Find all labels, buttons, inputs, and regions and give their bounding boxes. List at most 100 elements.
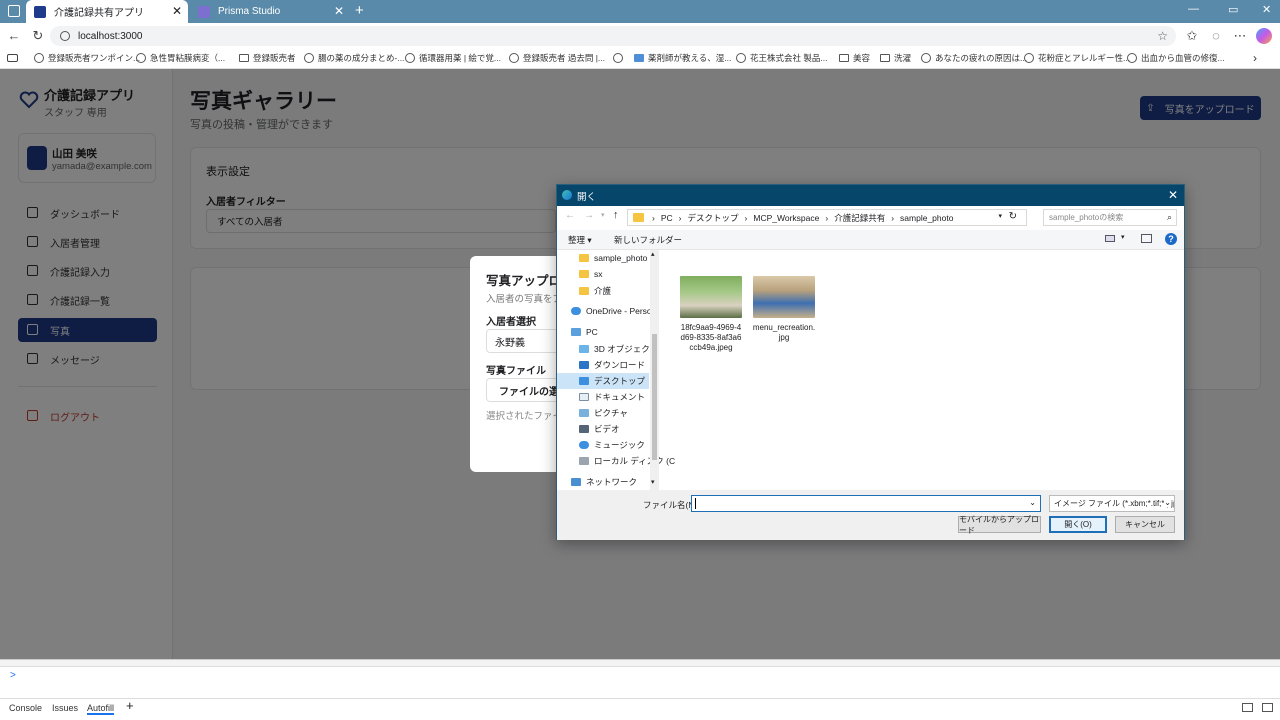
bookmark-item[interactable]: 薬剤師が教える、湿... — [634, 52, 731, 64]
breadcrumb-item[interactable]: 介護記録共有 — [834, 212, 885, 224]
bookmark-label: 花王株式会社 製品... — [750, 53, 828, 63]
tab-prisma-studio[interactable]: Prisma Studio ✕ — [190, 0, 350, 23]
collapse-icon[interactable] — [1262, 703, 1273, 712]
close-window-icon[interactable]: ✕ — [1262, 3, 1271, 16]
scroll-thumb[interactable] — [652, 334, 657, 460]
file-open-dialog: 開く ✕ ← → ▾ ↑ › PC › デスクトップ › MCP_Workspa… — [556, 184, 1185, 540]
upload-from-mobile-button[interactable]: モバイルからアップロード — [958, 515, 1041, 535]
organize-button[interactable]: 整理 ▾ — [568, 234, 592, 246]
tree-label: ダウンロード — [594, 360, 646, 370]
recent-dropdown-icon[interactable]: ▾ — [601, 211, 605, 219]
copilot-icon[interactable] — [1256, 28, 1272, 44]
more-menu-icon[interactable]: ⋯ — [1232, 28, 1248, 44]
tab-care-app[interactable]: 介護記録共有アプリ ✕ — [26, 0, 188, 23]
tab-autofill[interactable]: Autofill — [87, 703, 115, 715]
bookmark-item[interactable]: 花王株式会社 製品... — [736, 52, 827, 64]
path-dropdown-icon[interactable]: ▾ — [998, 212, 1002, 220]
add-tab-button[interactable]: + — [126, 698, 134, 713]
tab-actions-icon[interactable] — [8, 5, 20, 17]
bookmark-item[interactable]: 洗濯 — [880, 52, 911, 64]
tree-item-music[interactable]: ミュージック — [579, 439, 645, 451]
up-folder-icon[interactable]: ↑ — [613, 209, 619, 221]
tree-scrollbar[interactable]: ▴ ▾ — [650, 250, 659, 490]
globe-icon — [304, 53, 314, 63]
tree-item-3d-objects[interactable]: 3D オブジェクト — [579, 343, 658, 355]
dock-icon[interactable] — [1242, 703, 1253, 712]
bookmarks-menu-icon[interactable] — [7, 54, 18, 62]
folder-icon — [579, 270, 589, 278]
minimize-icon[interactable]: — — [1188, 3, 1199, 15]
bookmark-label: 薬剤師が教える、湿... — [648, 53, 732, 63]
bookmark-item[interactable]: あなたの疲れの原因は... — [921, 52, 1027, 64]
favorite-star-icon[interactable]: ☆ — [1157, 29, 1168, 43]
filetype-select[interactable]: イメージ ファイル (*.xbm;*.tif;*.pjp; ⌄ — [1049, 495, 1175, 512]
breadcrumb-item[interactable]: PC — [661, 213, 673, 223]
bookmark-item[interactable]: 腸の薬の成分まとめ-... — [304, 52, 404, 64]
bookmark-label: 登録販売者 — [253, 53, 296, 63]
more-bookmarks-icon[interactable]: › — [1253, 51, 1257, 65]
tree-item-onedrive[interactable]: OneDrive - Person — [571, 306, 656, 316]
extension-icon[interactable]: ◌ — [1208, 28, 1224, 44]
scroll-up-icon[interactable]: ▴ — [651, 250, 655, 258]
new-folder-button[interactable]: 新しいフォルダー — [614, 234, 682, 246]
console-prompt[interactable]: > — [10, 670, 16, 681]
bookmark-item[interactable]: 出血から血管の修復... — [1127, 52, 1225, 64]
tree-item-network[interactable]: ネットワーク — [571, 476, 637, 488]
tree-item-downloads[interactable]: ダウンロード — [579, 359, 645, 371]
bookmark-item[interactable]: 登録販売者ワンポイン... — [34, 52, 140, 64]
help-icon[interactable]: ? — [1165, 233, 1177, 245]
globe-icon — [921, 53, 931, 63]
tree-item-sample-photo[interactable]: sample_photo — [579, 253, 647, 263]
breadcrumb-item[interactable]: MCP_Workspace — [753, 213, 819, 223]
favorites-icon[interactable]: ✩ — [1184, 28, 1200, 44]
close-icon[interactable]: ✕ — [1168, 188, 1178, 202]
forward-icon[interactable]: → — [584, 210, 594, 221]
tab-issues[interactable]: Issues — [52, 703, 78, 713]
breadcrumb-item[interactable]: sample_photo — [900, 213, 953, 223]
refresh-icon[interactable]: ↻ — [1009, 211, 1017, 222]
close-tab-icon[interactable]: ✕ — [172, 4, 182, 18]
tree-item-sx[interactable]: sx — [579, 269, 603, 279]
filetype-value: イメージ ファイル (*.xbm;*.tif;*.pjp; — [1054, 499, 1175, 508]
tree-item-pc[interactable]: PC — [571, 327, 598, 337]
url-field[interactable]: localhost:3000 ☆ — [50, 26, 1176, 46]
view-dropdown-icon[interactable]: ▾ — [1121, 233, 1125, 241]
preview-pane-icon[interactable] — [1141, 234, 1152, 243]
open-button[interactable]: 開く(O) — [1049, 516, 1107, 533]
site-info-icon[interactable] — [60, 31, 70, 41]
reload-icon[interactable]: ↻ — [30, 28, 46, 44]
tree-item-pictures[interactable]: ピクチャ — [579, 407, 628, 419]
tree-label: 3D オブジェクト — [594, 344, 659, 354]
bookmark-item[interactable]: 急性胃粘膜病変（... — [136, 52, 225, 64]
breadcrumb[interactable]: › PC › デスクトップ › MCP_Workspace › 介護記録共有 ›… — [627, 209, 1027, 226]
tab-console[interactable]: Console — [9, 703, 42, 713]
bookmark-item[interactable]: 循環器用薬 | 絵で覚... — [405, 52, 501, 64]
tree-item-videos[interactable]: ビデオ — [579, 423, 620, 435]
devtools-panel: > Console Issues Autofill + — [0, 659, 1280, 720]
back-icon[interactable]: ← — [565, 210, 575, 221]
file-item[interactable]: 18fc9aa9-4969-4 d69-8335-8af3a6 ccb49a.j… — [677, 276, 745, 353]
chevron-down-icon[interactable]: ⌄ — [1029, 498, 1036, 507]
back-icon[interactable]: ← — [6, 28, 22, 44]
tree-item-documents[interactable]: ドキュメント — [579, 391, 645, 403]
restore-icon[interactable]: ▭ — [1228, 3, 1238, 16]
globe-icon[interactable] — [613, 53, 623, 63]
photo-thumbnail — [753, 276, 815, 318]
bookmark-item[interactable]: 花粉症とアレルギー性... — [1024, 52, 1130, 64]
view-options-icon[interactable] — [1105, 235, 1115, 242]
bookmark-item[interactable]: 登録販売者 過去問 |... — [509, 52, 605, 64]
new-tab-button[interactable]: + — [355, 2, 364, 19]
search-input[interactable]: sample_photoの検索 ⌕ — [1043, 209, 1177, 226]
bookmark-item[interactable]: 登録販売者 — [239, 52, 296, 64]
folder-icon — [239, 54, 249, 62]
file-item[interactable]: menu_recreation. jpg — [750, 276, 818, 343]
bookmark-item[interactable]: 美容 — [839, 52, 870, 64]
close-tab-icon[interactable]: ✕ — [334, 4, 344, 18]
breadcrumb-item[interactable]: デスクトップ — [688, 212, 739, 224]
filename-input[interactable]: ⌄ — [691, 495, 1041, 512]
bookmark-label: 腸の薬の成分まとめ-... — [318, 53, 405, 63]
cancel-button[interactable]: キャンセル — [1115, 516, 1175, 533]
scroll-down-icon[interactable]: ▾ — [651, 478, 655, 486]
tree-item-desktop[interactable]: デスクトップ — [579, 375, 645, 387]
tree-item-kaigo[interactable]: 介護 — [579, 285, 611, 297]
